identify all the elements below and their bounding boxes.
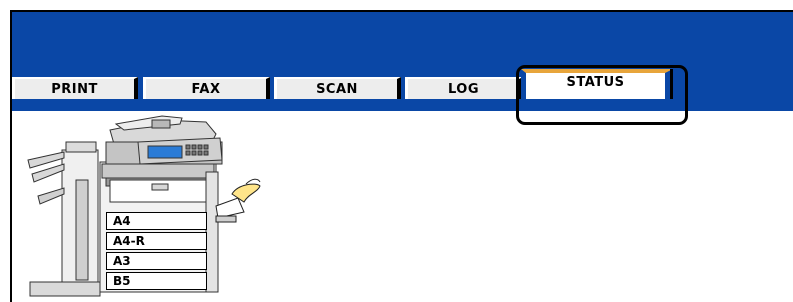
tray-4-label: B5: [113, 274, 131, 288]
tab-status[interactable]: STATUS: [521, 69, 673, 99]
tab-scan-label: SCAN: [316, 81, 358, 97]
tray-3[interactable]: A3: [106, 252, 207, 270]
tab-log[interactable]: LOG: [405, 77, 523, 99]
tab-status-label: STATUS: [566, 75, 625, 90]
tray-4[interactable]: B5: [106, 272, 207, 290]
tab-print[interactable]: PRINT: [12, 77, 138, 99]
tab-log-label: LOG: [447, 81, 480, 97]
tab-fax-label: FAX: [191, 81, 221, 97]
paper-output-hand-icon: [215, 178, 261, 223]
tray-1[interactable]: A4: [106, 212, 207, 230]
finisher: [27, 141, 101, 297]
control-panel: [137, 137, 223, 165]
tray-3-label: A3: [113, 254, 131, 268]
tray-1-label: A4: [113, 214, 131, 228]
tab-print-label: PRINT: [51, 81, 98, 97]
tray-2[interactable]: A4-R: [106, 232, 207, 250]
tab-fax[interactable]: FAX: [143, 77, 270, 99]
tab-scan[interactable]: SCAN: [274, 77, 401, 99]
tray-2-label: A4-R: [113, 234, 145, 248]
